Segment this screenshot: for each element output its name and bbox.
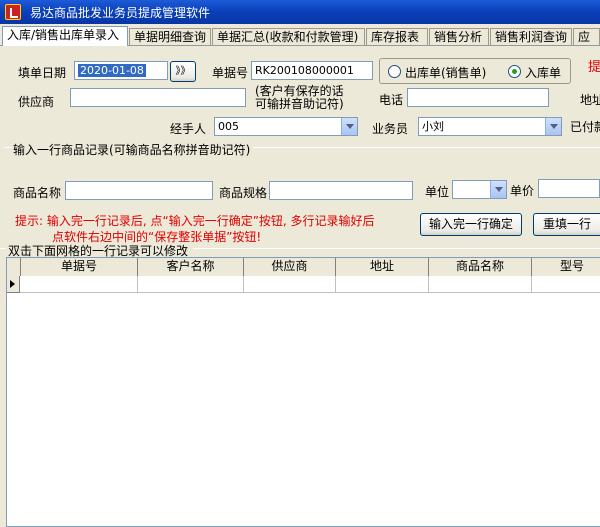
entry-group-title: 输入一行商品记录(可输商品名称拼音助记符)	[13, 143, 251, 157]
app-logo-icon	[5, 4, 21, 20]
product-spec-label: 商品规格	[219, 186, 268, 200]
product-name-field[interactable]	[65, 181, 213, 200]
radio-outbound-label[interactable]: 出库单(销售单)	[405, 64, 486, 81]
grid-group-border-left	[0, 248, 6, 249]
radio-outbound[interactable]	[388, 65, 401, 78]
radio-inbound-label[interactable]: 入库单	[525, 64, 561, 81]
title-bar: 易达商品批发业务员提成管理软件	[0, 0, 600, 24]
radio-inbound[interactable]	[508, 65, 521, 78]
grid-cell[interactable]	[244, 276, 336, 293]
confirm-row-button[interactable]: 输入完一行确定	[420, 213, 522, 236]
grid-cell[interactable]	[138, 276, 244, 293]
handler-value: 005	[218, 120, 239, 133]
date-field[interactable]: 2020-01-08	[74, 61, 168, 80]
order-no-field[interactable]: RK200108000001	[251, 61, 373, 80]
paid-label: 已付款	[570, 120, 600, 134]
col-header-model[interactable]: 型号	[532, 258, 600, 276]
col-header-product-name[interactable]: 商品名称	[429, 258, 532, 276]
grid-cell[interactable]	[429, 276, 532, 293]
address-label: 地址	[580, 93, 600, 107]
chevron-down-icon[interactable]	[341, 118, 357, 135]
tab-sales-analysis[interactable]: 销售分析	[429, 28, 489, 45]
app-title: 易达商品批发业务员提成管理软件	[30, 6, 211, 20]
tab-order-details[interactable]: 单据明细查询	[129, 28, 211, 45]
chevron-down-icon[interactable]	[545, 118, 561, 135]
tab-receivable[interactable]: 应收	[573, 28, 600, 45]
product-name-label: 商品名称	[13, 186, 62, 200]
phone-label: 电话	[379, 93, 404, 107]
hint-truncated: 提	[588, 60, 600, 75]
grid-header: 单据号 客户名称 供应商 地址 商品名称 型号	[7, 258, 600, 276]
tab-sales-profit[interactable]: 销售利润查询	[490, 28, 572, 45]
group-border-left	[4, 147, 12, 148]
phone-field[interactable]	[407, 88, 549, 107]
grid-cell[interactable]	[21, 276, 138, 293]
handler-select[interactable]: 005	[214, 117, 358, 136]
supplier-field[interactable]	[70, 88, 246, 107]
reset-row-button[interactable]: 重填一行	[533, 213, 600, 236]
salesman-value: 小刘	[422, 120, 444, 133]
salesman-label: 业务员	[372, 122, 409, 136]
supplier-note: (客户有保存的话 可输拼音助记符)	[255, 84, 344, 111]
price-field[interactable]	[538, 179, 600, 198]
records-grid[interactable]: 单据号 客户名称 供应商 地址 商品名称 型号	[6, 257, 600, 527]
date-label: 填单日期	[18, 66, 67, 80]
salesman-select[interactable]: 小刘	[418, 117, 562, 136]
col-header-order-no[interactable]: 单据号	[21, 258, 138, 276]
row-pointer-icon	[7, 276, 20, 293]
grid-group-border-right	[193, 248, 600, 249]
grid-cell[interactable]	[336, 276, 429, 293]
col-header-supplier[interactable]: 供应商	[244, 258, 336, 276]
supplier-label: 供应商	[18, 95, 55, 109]
table-row[interactable]	[7, 276, 600, 293]
product-spec-field[interactable]	[269, 181, 413, 200]
tab-order-entry[interactable]: 入库/销售出库单录入	[2, 26, 128, 46]
unit-select[interactable]	[452, 180, 507, 199]
col-header-address[interactable]: 地址	[336, 258, 429, 276]
grid-cell[interactable]	[532, 276, 600, 293]
tab-order-summary[interactable]: 单据汇总(收款和付款管理)	[212, 28, 365, 45]
date-picker-button[interactable]: 》》	[170, 61, 196, 82]
price-label: 单价	[510, 184, 535, 198]
tab-inventory-report[interactable]: 库存报表	[366, 28, 428, 45]
group-border-right	[253, 147, 600, 148]
grid-corner	[7, 258, 21, 276]
unit-label: 单位	[425, 185, 450, 199]
chevron-down-icon[interactable]	[490, 181, 506, 198]
order-no-label: 单据号	[212, 66, 249, 80]
order-type-group: 出库单(销售单) 入库单	[379, 58, 571, 84]
hint-line-1: 提示: 输入完一行记录后, 点“输入完一行确定”按钮, 多行记录输好后	[15, 214, 375, 228]
date-value: 2020-01-08	[78, 64, 146, 77]
handler-label: 经手人	[170, 122, 207, 136]
tab-strip: 入库/销售出库单录入 单据明细查询 单据汇总(收款和付款管理) 库存报表 销售分…	[0, 26, 600, 46]
col-header-customer[interactable]: 客户名称	[138, 258, 244, 276]
